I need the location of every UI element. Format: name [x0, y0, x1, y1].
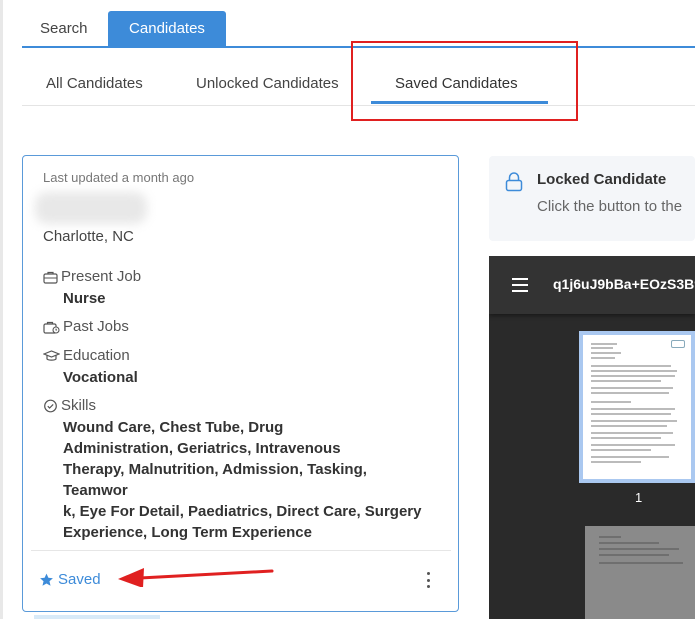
briefcase-clock-icon: [43, 321, 60, 334]
skills-heading: Skills: [43, 397, 96, 414]
locked-candidate-panel: Locked Candidate Click the button to the: [489, 156, 695, 241]
skills-line: k, Eye For Detail, Paediatrics, Direct C…: [63, 503, 422, 520]
last-updated-text: Last updated a month ago: [43, 170, 195, 185]
education-heading: Education: [43, 347, 130, 364]
present-job-label: Present Job: [61, 268, 142, 285]
tab-search[interactable]: Search: [22, 11, 106, 46]
locked-subtitle: Click the button to the: [537, 198, 683, 215]
past-jobs-heading: Past Jobs: [43, 318, 129, 335]
skills-line: Therapy, Malnutrition, Admission, Taskin…: [63, 461, 367, 499]
present-job-value: Nurse: [63, 290, 106, 307]
page-thumbnail[interactable]: [579, 331, 695, 483]
tab-candidates[interactable]: Candidates: [108, 11, 226, 46]
graduation-cap-icon: [43, 349, 60, 361]
check-circle-icon: [44, 399, 57, 412]
candidate-location: Charlotte, NC: [43, 228, 134, 245]
next-card-edge: [34, 615, 160, 619]
menu-icon[interactable]: [512, 278, 528, 292]
education-label: Education: [63, 347, 130, 364]
skills-line: Wound Care, Chest Tube, Drug: [63, 419, 284, 436]
present-job-heading: Present Job: [43, 268, 141, 285]
page-number: 1: [635, 490, 643, 505]
tab-all-candidates[interactable]: All Candidates: [46, 75, 143, 92]
tab-unlocked-candidates[interactable]: Unlocked Candidates: [196, 75, 339, 92]
briefcase-icon: [43, 271, 58, 284]
card-divider: [31, 550, 451, 551]
viewer-toolbar: q1j6uJ9bBa+EOzS3B9j: [489, 256, 695, 314]
past-jobs-label: Past Jobs: [63, 318, 129, 335]
left-rail: [0, 0, 3, 619]
more-options-icon[interactable]: [421, 568, 435, 592]
page-thumbnail-2[interactable]: [585, 526, 695, 619]
skills-label: Skills: [61, 397, 97, 414]
skills-line: Administration, Geriatrics, Intravenous: [63, 440, 341, 457]
document-title: q1j6uJ9bBa+EOzS3B9j: [553, 276, 695, 292]
saved-label: Saved: [58, 571, 101, 588]
candidate-card[interactable]: Last updated a month ago Charlotte, NC P…: [22, 155, 459, 612]
thumbnail-page: [583, 335, 691, 479]
annotation-arrow: [118, 568, 274, 587]
education-value: Vocational: [63, 369, 138, 386]
candidate-name-redacted: [35, 192, 147, 224]
locked-title: Locked Candidate: [537, 171, 667, 188]
skills-line: Experience, Long Term Experience: [63, 524, 312, 541]
saved-button[interactable]: Saved: [39, 571, 101, 588]
skills-value: Wound Care, Chest Tube, Drug Administrat…: [63, 417, 435, 543]
document-viewer: q1j6uJ9bBa+EOzS3B9j 1: [489, 256, 695, 619]
lock-icon: [505, 172, 523, 192]
star-icon: [40, 573, 53, 586]
annotation-highlight-box: [351, 41, 578, 121]
